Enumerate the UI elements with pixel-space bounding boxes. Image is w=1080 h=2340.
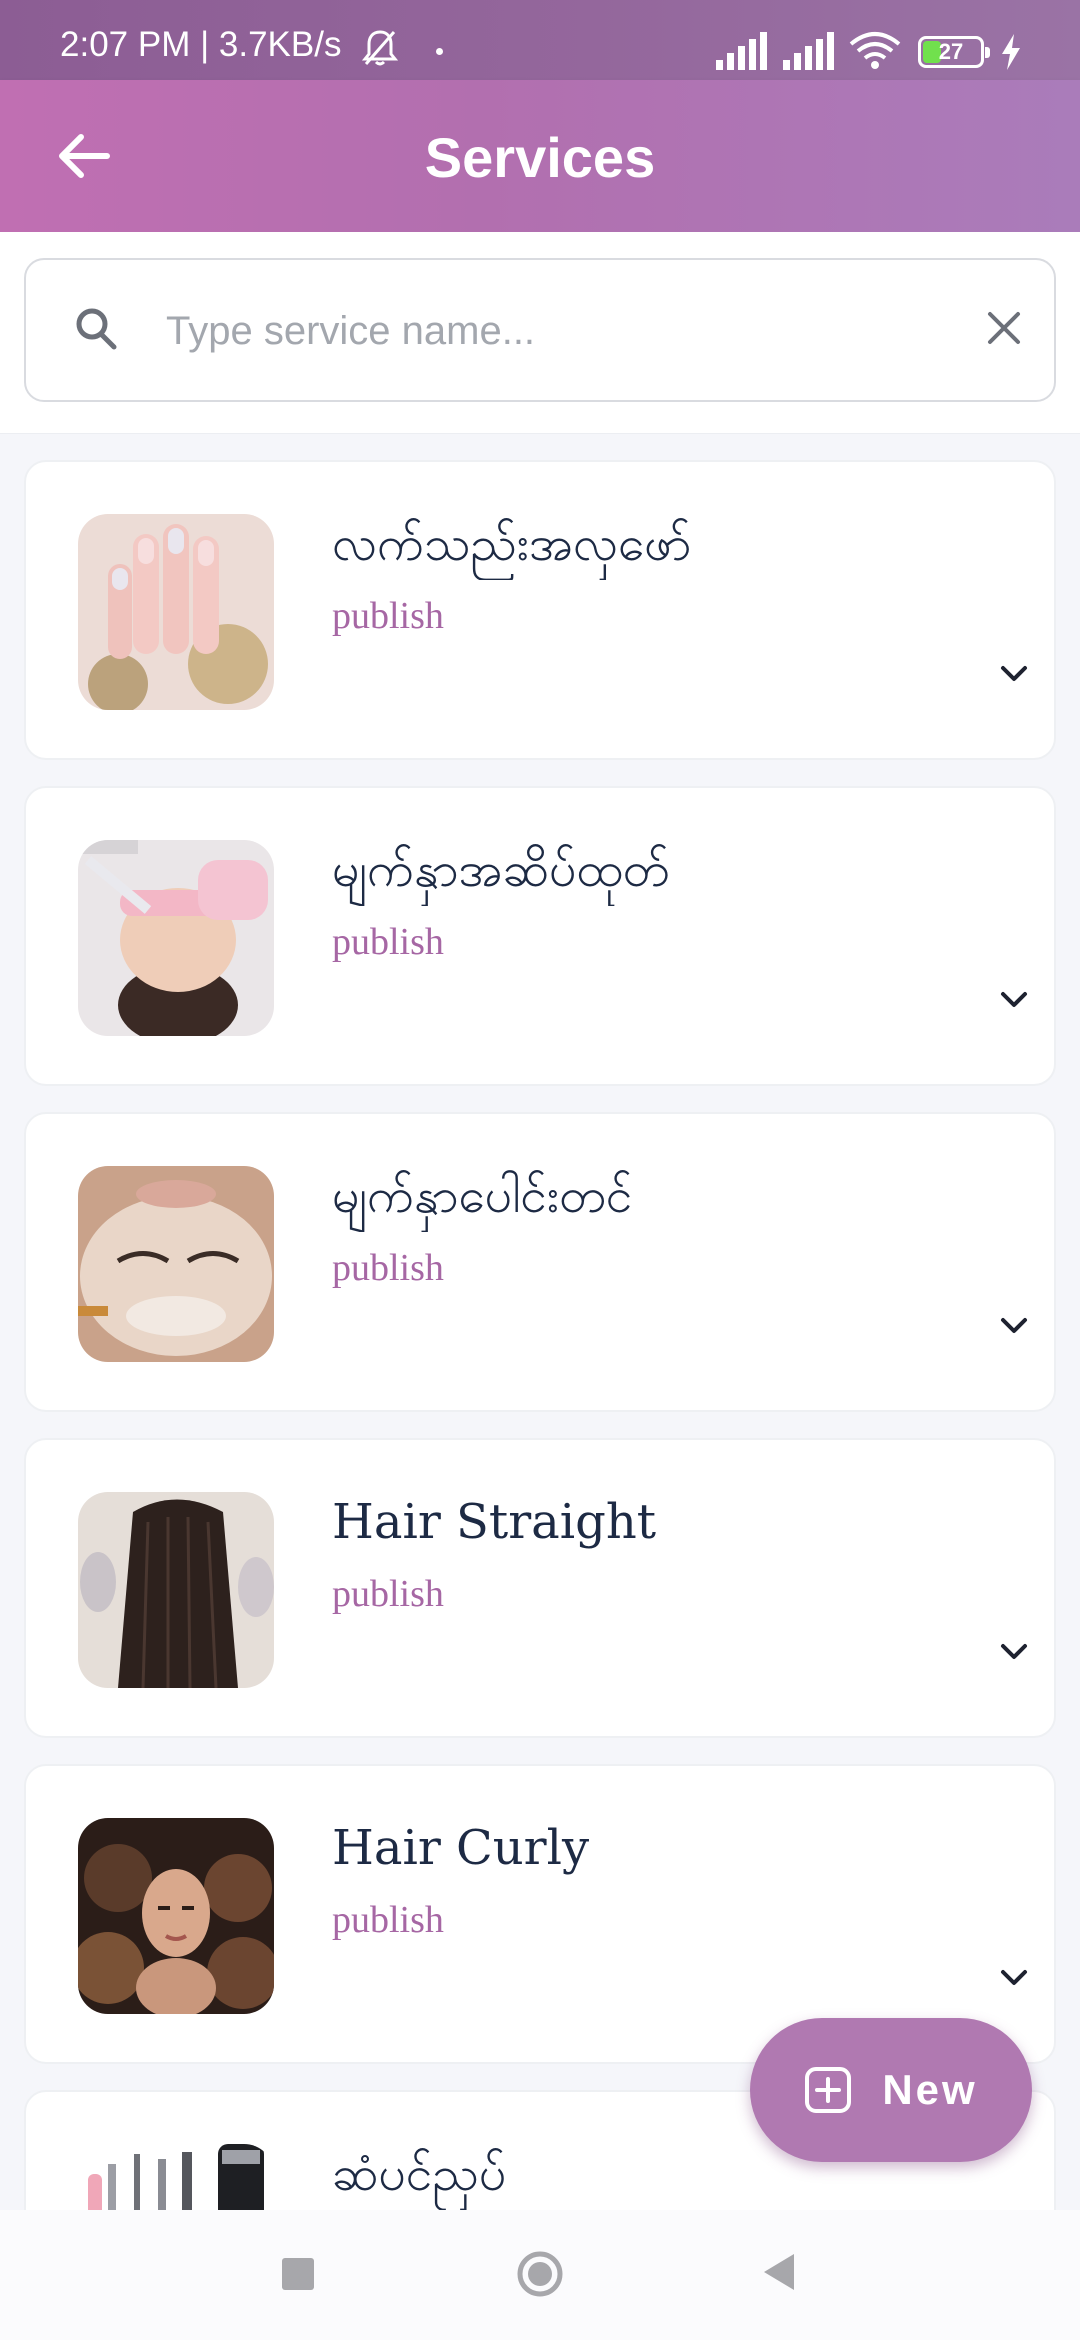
- expand-button[interactable]: [986, 1632, 1042, 1672]
- wifi-icon: [849, 32, 901, 69]
- status-time: 2:07 PM | 3.7KB/s: [60, 25, 342, 64]
- status-bar: 2:07 PM | 3.7KB/s 27: [0, 0, 1080, 80]
- service-image-nails: [78, 514, 274, 710]
- search-icon: [76, 308, 117, 350]
- close-icon[interactable]: [982, 306, 1026, 350]
- service-card[interactable]: မျက်နှာပေါင်းတင် publish: [24, 1112, 1056, 1412]
- chevron-down-icon: [1001, 1318, 1027, 1333]
- expand-button[interactable]: [986, 980, 1042, 1020]
- new-button-label: New: [882, 2066, 978, 2113]
- service-image-haircut-tools: [78, 2144, 274, 2210]
- chevron-down-icon: [1001, 1644, 1027, 1659]
- service-card[interactable]: မျက်နှာအဆိပ်ထုတ် publish: [24, 786, 1056, 1086]
- service-status: publish: [332, 1573, 444, 1615]
- service-list: လက်သည်းအလှဖော် publish မျက်နှာအဆိပ်ထုတ် …: [0, 434, 1080, 2210]
- expand-button[interactable]: [986, 654, 1042, 694]
- service-card[interactable]: Hair Straight publish: [24, 1438, 1056, 1738]
- app-bar: Services: [0, 80, 1080, 232]
- service-name: Hair Straight: [332, 1494, 657, 1550]
- service-name: လက်သည်းအလှဖော်: [332, 516, 692, 572]
- service-status: publish: [332, 921, 444, 963]
- bell-off-icon: [362, 30, 398, 66]
- chevron-down-icon: [1001, 1970, 1027, 1985]
- battery-icon: 27: [918, 36, 990, 68]
- service-image-facial-treatment: [78, 840, 274, 1036]
- notification-dot-icon: [436, 48, 443, 55]
- page-title: Services: [424, 126, 656, 189]
- service-name: မျက်နှာအဆိပ်ထုတ်: [332, 842, 670, 898]
- service-name: မျက်နှာပေါင်းတင်: [332, 1168, 633, 1224]
- chevron-down-icon: [1001, 992, 1027, 1007]
- service-status: publish: [332, 1247, 444, 1289]
- home-button[interactable]: [516, 2250, 564, 2298]
- search-area: [0, 232, 1080, 434]
- search-box[interactable]: [24, 258, 1056, 402]
- expand-button[interactable]: [986, 1958, 1042, 1998]
- service-name: Hair Curly: [332, 1820, 590, 1876]
- recents-button[interactable]: [282, 2258, 314, 2290]
- back-nav-button[interactable]: [762, 2252, 796, 2292]
- chevron-down-icon: [1001, 666, 1027, 681]
- service-status: publish: [332, 595, 444, 637]
- service-image-straight-hair: [78, 1492, 274, 1688]
- cell-signal-icon: [783, 32, 834, 70]
- add-box-icon: [805, 2067, 852, 2113]
- battery-level: 27: [938, 39, 964, 64]
- cell-signal-icon: [716, 32, 767, 70]
- service-card[interactable]: လက်သည်းအလှဖော် publish: [24, 460, 1056, 760]
- new-service-button[interactable]: New: [750, 2018, 1032, 2162]
- system-nav-bar: [0, 2210, 1080, 2340]
- search-input[interactable]: [166, 296, 946, 366]
- service-image-face-mask: [78, 1166, 274, 1362]
- service-image-curly-hair: [78, 1818, 274, 2014]
- charging-icon: [1002, 34, 1020, 70]
- service-status: publish: [332, 1899, 444, 1941]
- expand-button[interactable]: [986, 1306, 1042, 1346]
